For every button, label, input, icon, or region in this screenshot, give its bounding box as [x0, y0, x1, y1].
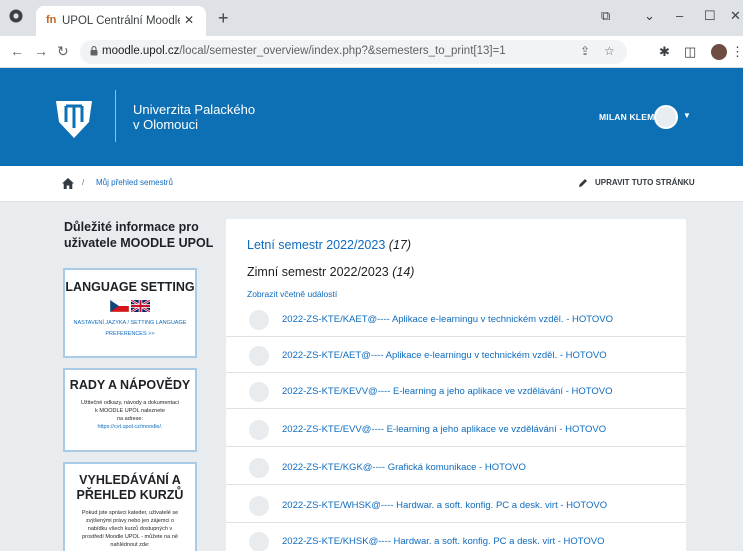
course-icon	[249, 420, 269, 440]
help-block: RADY A NÁPOVĚDY Užitečné odkazy, návody …	[63, 368, 197, 452]
course-link[interactable]: 2022-ZS-KTE/WHSK@---- Hardwar. a soft. k…	[282, 500, 607, 511]
window-close-icon[interactable]: ✕	[730, 8, 741, 24]
course-icon	[249, 532, 269, 551]
user-avatar[interactable]	[654, 105, 678, 129]
bookmark-star-icon[interactable]: ☆	[604, 44, 615, 58]
show-events-link[interactable]: Zobrazit včetně událostí	[247, 289, 337, 299]
new-tab-icon[interactable]: +	[218, 8, 229, 29]
side-panel-icon[interactable]: ◫	[684, 44, 696, 60]
profile-avatar-icon[interactable]	[711, 44, 727, 60]
course-item[interactable]: 2022-ZS-KTE/KHSK@---- Hardwar. a soft. k…	[226, 525, 686, 551]
home-icon[interactable]	[62, 178, 74, 189]
winter-semester-count: (14)	[392, 265, 415, 279]
course-icon	[249, 458, 269, 478]
breadcrumb-current-page[interactable]: Můj přehled semestrů	[96, 178, 173, 187]
language-setting-link[interactable]: NASTAVENÍ JAZYKA / SETTING LANGUAGE PREF…	[65, 318, 195, 340]
course-link[interactable]: 2022-ZS-KTE/KEVV@---- E-learning a jeho …	[282, 386, 613, 397]
course-item[interactable]: 2022-ZS-KTE/KAET@---- Aplikace e-learnin…	[226, 303, 686, 337]
reload-icon[interactable]: ↻	[57, 43, 69, 60]
forward-icon[interactable]: →	[34, 43, 48, 59]
summer-semester-heading[interactable]: Letní semestr 2022/2023 (17)	[247, 238, 411, 252]
course-search-block: VYHLEDÁVÁNÍ A PŘEHLED KURZŮ Pokud jste s…	[63, 462, 197, 551]
course-search-heading: VYHLEDÁVÁNÍ A PŘEHLED KURZŮ	[76, 473, 184, 502]
course-icon	[249, 310, 269, 330]
site-header: Univerzita Palackého v Olomouci MILAN KL…	[0, 68, 743, 166]
help-heading: RADY A NÁPOVĚDY	[69, 378, 191, 392]
course-item[interactable]: 2022-ZS-KTE/AET@---- Aplikace e-learning…	[226, 339, 686, 373]
url-input[interactable]: moodle.upol.cz/local/semester_overview/i…	[80, 40, 627, 64]
lock-icon	[90, 46, 98, 56]
browser-tab-bar: fn UPOL Centrální Moodle: Přehled ✕ + ⧉ …	[0, 0, 743, 36]
course-icon	[249, 496, 269, 516]
language-setting-heading: LANGUAGE SETTING	[65, 280, 195, 294]
breadcrumb-separator: /	[82, 178, 85, 187]
winter-semester-heading: Zimní semestr 2022/2023 (14)	[247, 265, 415, 279]
course-item[interactable]: 2022-ZS-KTE/KGK@---- Grafická komunikace…	[226, 451, 686, 485]
pencil-icon	[579, 179, 587, 187]
course-search-text: Pokud jste správci kateder, uživatelé se…	[81, 510, 179, 548]
course-item[interactable]: 2022-ZS-KTE/WHSK@---- Hardwar. a soft. k…	[226, 489, 686, 523]
language-flags[interactable]	[110, 300, 150, 312]
course-item[interactable]: 2022-ZS-KTE/KEVV@---- E-learning a jeho …	[226, 375, 686, 409]
course-link[interactable]: 2022-ZS-KTE/KAET@---- Aplikace e-learnin…	[282, 314, 613, 325]
czech-flag-icon	[110, 300, 129, 312]
course-icon	[249, 382, 269, 402]
tab-title: UPOL Centrální Moodle: Přehled	[62, 15, 180, 27]
course-link[interactable]: 2022-ZS-KTE/EVV@---- E-learning a jeho a…	[282, 424, 606, 435]
maximize-icon[interactable]: ☐	[704, 8, 716, 24]
help-text: Užitečné odkazy, návody a dokumentaci k …	[80, 400, 180, 422]
uk-flag-icon	[131, 300, 150, 312]
browser-menu-icon[interactable]: ⋮	[731, 44, 743, 60]
minimize-icon[interactable]: –	[676, 8, 683, 23]
language-setting-block: LANGUAGE SETTING NASTAVENÍ JAZYKA / SETT…	[63, 268, 197, 358]
course-link[interactable]: 2022-ZS-KTE/AET@---- Aplikace e-learning…	[282, 350, 607, 361]
course-item[interactable]: 2022-ZS-KTE/EVV@---- E-learning a jeho a…	[226, 413, 686, 447]
course-icon	[249, 346, 269, 366]
user-menu-caret-icon[interactable]: ▼	[683, 111, 691, 120]
extensions-puzzle-icon[interactable]: ✱	[659, 44, 670, 60]
tab-list-chevron-icon[interactable]: ⌄	[644, 8, 655, 24]
address-bar: ← → ↻ moodle.upol.cz/local/semester_over…	[0, 36, 743, 68]
semester-overview: Letní semestr 2022/2023 (17) Zimní semes…	[226, 219, 686, 551]
sidebar-title: Důležité informace pro uživatele MOODLE …	[64, 220, 214, 250]
url-text: moodle.upol.cz/local/semester_overview/i…	[102, 45, 506, 57]
course-link[interactable]: 2022-ZS-KTE/KGK@---- Grafická komunikace…	[282, 462, 526, 473]
tab-favicon-icon: fn	[46, 14, 57, 26]
tab-close-icon[interactable]: ✕	[184, 13, 194, 27]
browser-logo-icon	[9, 9, 23, 23]
logo-divider	[115, 90, 116, 142]
university-logo-icon[interactable]	[52, 98, 96, 138]
summer-semester-count: (17)	[388, 238, 412, 252]
help-link[interactable]: https://cvt.upol.cz/moodle/.	[65, 423, 195, 431]
edit-page-button[interactable]: UPRAVIT TUTO STRÁNKU	[595, 178, 695, 187]
browser-tab[interactable]: fn UPOL Centrální Moodle: Přehled ✕	[36, 6, 206, 36]
share-icon[interactable]: ⇪	[580, 44, 590, 58]
tab-search-icon[interactable]: ⧉	[601, 8, 610, 24]
course-link[interactable]: 2022-ZS-KTE/KHSK@---- Hardwar. a soft. k…	[282, 536, 605, 547]
university-name[interactable]: Univerzita Palackého v Olomouci	[133, 102, 255, 132]
breadcrumb: / Můj přehled semestrů UPRAVIT TUTO STRÁ…	[0, 166, 743, 202]
back-icon[interactable]: ←	[10, 43, 24, 59]
